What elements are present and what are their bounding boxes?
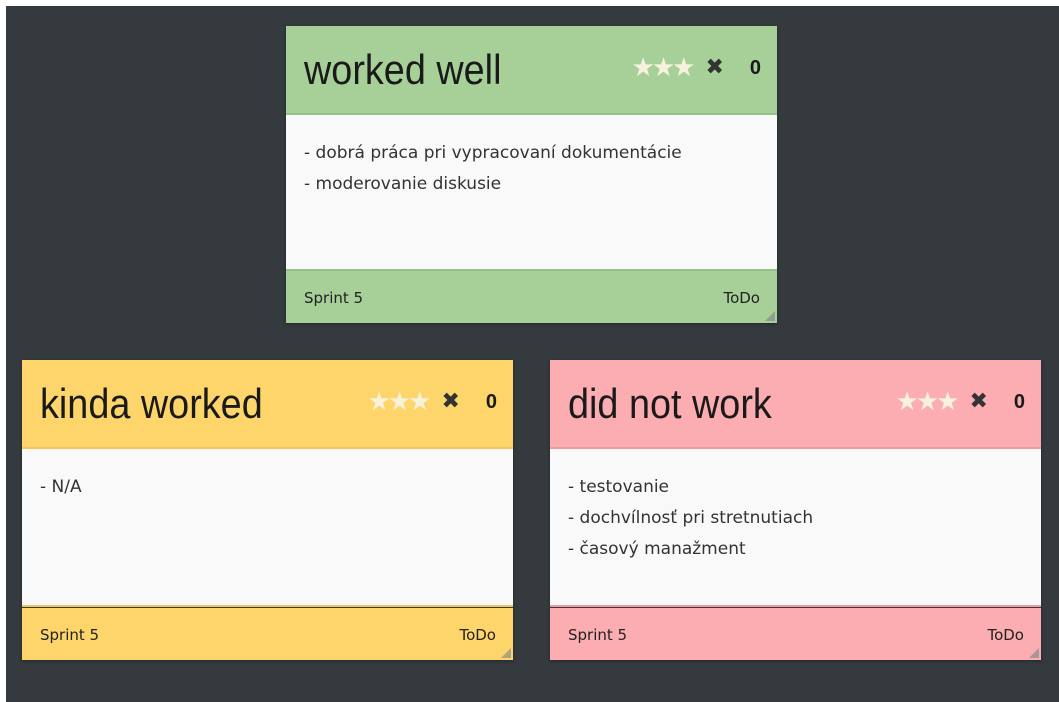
card-controls: ★ ★ ★ ✖ 0	[896, 387, 1026, 417]
card-kinda-worked[interactable]: kinda worked ★ ★ ★ ✖ 0 - N/A Sprint 5 To…	[22, 360, 513, 660]
card-title[interactable]: did not work	[568, 378, 772, 430]
status-label[interactable]: ToDo	[987, 625, 1024, 645]
card-did-not-work[interactable]: did not work ★ ★ ★ ✖ 0 - testovanie - do…	[550, 360, 1041, 660]
sprint-label: Sprint 5	[304, 289, 364, 307]
card-title[interactable]: worked well	[304, 44, 501, 96]
card-text-line: - dobrá práca pri vypracovaní dokumentác…	[304, 143, 682, 163]
star-icon[interactable]: ★	[936, 387, 959, 417]
card-content[interactable]: - testovanie - dochvílnosť pri stretnuti…	[550, 447, 1041, 607]
card-worked-well[interactable]: worked well ★ ★ ★ ✖ 0 - dobrá práca pri …	[286, 26, 777, 323]
card-text-line: - moderovanie diskusie	[304, 174, 502, 194]
resize-handle-icon[interactable]	[765, 311, 775, 321]
card-text-line: - dochvílnosť pri stretnutiach	[568, 508, 814, 528]
star-rating: ★ ★ ★	[896, 387, 960, 417]
card-title[interactable]: kinda worked	[40, 378, 263, 430]
card-header: worked well ★ ★ ★ ✖ 0	[286, 26, 777, 113]
card-content[interactable]: - N/A	[22, 447, 513, 607]
star-rating: ★ ★ ★	[632, 53, 696, 83]
retro-board: worked well ★ ★ ★ ✖ 0 - dobrá práca pri …	[6, 6, 1059, 702]
close-icon[interactable]: ✖	[441, 387, 459, 417]
card-header: kinda worked ★ ★ ★ ✖ 0	[22, 360, 513, 447]
card-footer: Sprint 5 ToDo	[22, 608, 513, 660]
sprint-label: Sprint 5	[568, 626, 628, 644]
close-icon[interactable]: ✖	[969, 387, 987, 417]
card-controls: ★ ★ ★ ✖ 0	[632, 53, 762, 83]
card-footer: Sprint 5 ToDo	[550, 608, 1041, 660]
resize-handle-icon[interactable]	[501, 648, 511, 658]
card-footer: Sprint 5 ToDo	[286, 271, 777, 323]
star-icon[interactable]: ★	[672, 53, 695, 83]
resize-handle-icon[interactable]	[1029, 648, 1039, 658]
card-content[interactable]: - dobrá práca pri vypracovaní dokumentác…	[286, 113, 777, 271]
card-text-line: - N/A	[40, 477, 82, 497]
close-icon[interactable]: ✖	[705, 53, 723, 83]
status-label[interactable]: ToDo	[459, 625, 496, 645]
status-label[interactable]: ToDo	[723, 288, 760, 308]
card-header: did not work ★ ★ ★ ✖ 0	[550, 360, 1041, 447]
card-text-line: - časový manažment	[568, 539, 746, 559]
card-controls: ★ ★ ★ ✖ 0	[368, 387, 498, 417]
card-text-line: - testovanie	[568, 477, 670, 497]
vote-count: 0	[749, 57, 761, 79]
vote-count: 0	[485, 391, 497, 413]
sprint-label: Sprint 5	[40, 626, 100, 644]
star-icon[interactable]: ★	[408, 387, 431, 417]
star-rating: ★ ★ ★	[368, 387, 432, 417]
vote-count: 0	[1013, 391, 1025, 413]
